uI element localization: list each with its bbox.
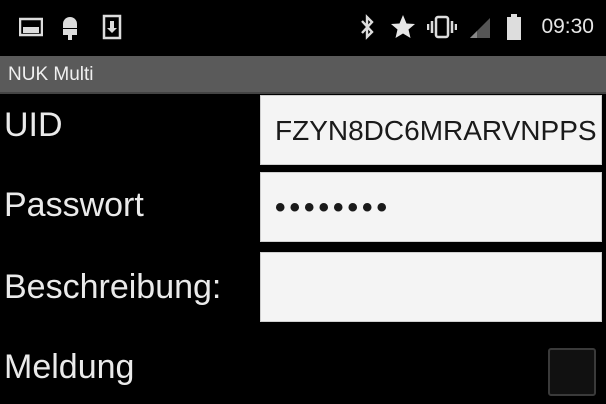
uid-label: UID	[4, 106, 63, 144]
password-label: Passwort	[4, 186, 144, 224]
password-value: ••••••••	[275, 191, 392, 224]
status-bar: 09:30	[0, 0, 606, 56]
star-icon	[388, 12, 418, 42]
signal-icon	[466, 12, 494, 42]
app-title: NUK Multi	[8, 64, 94, 85]
picture-icon	[18, 12, 44, 42]
uid-value: FZYN8DC6MRARVNPPS	[275, 115, 597, 146]
bluetooth-icon	[356, 12, 378, 42]
description-field[interactable]	[260, 252, 602, 322]
vibrate-icon	[426, 12, 458, 42]
android-icon	[58, 12, 82, 42]
password-field[interactable]: ••••••••	[260, 172, 602, 242]
status-time: 09:30	[541, 15, 594, 38]
uid-field[interactable]: FZYN8DC6MRARVNPPS	[260, 95, 602, 165]
battery-icon	[504, 12, 524, 42]
download-icon	[100, 12, 124, 42]
description-label: Beschreibung:	[4, 268, 222, 306]
action-bar: NUK Multi	[0, 56, 606, 94]
message-label: Meldung	[4, 348, 135, 386]
message-checkbox[interactable]	[548, 348, 596, 396]
